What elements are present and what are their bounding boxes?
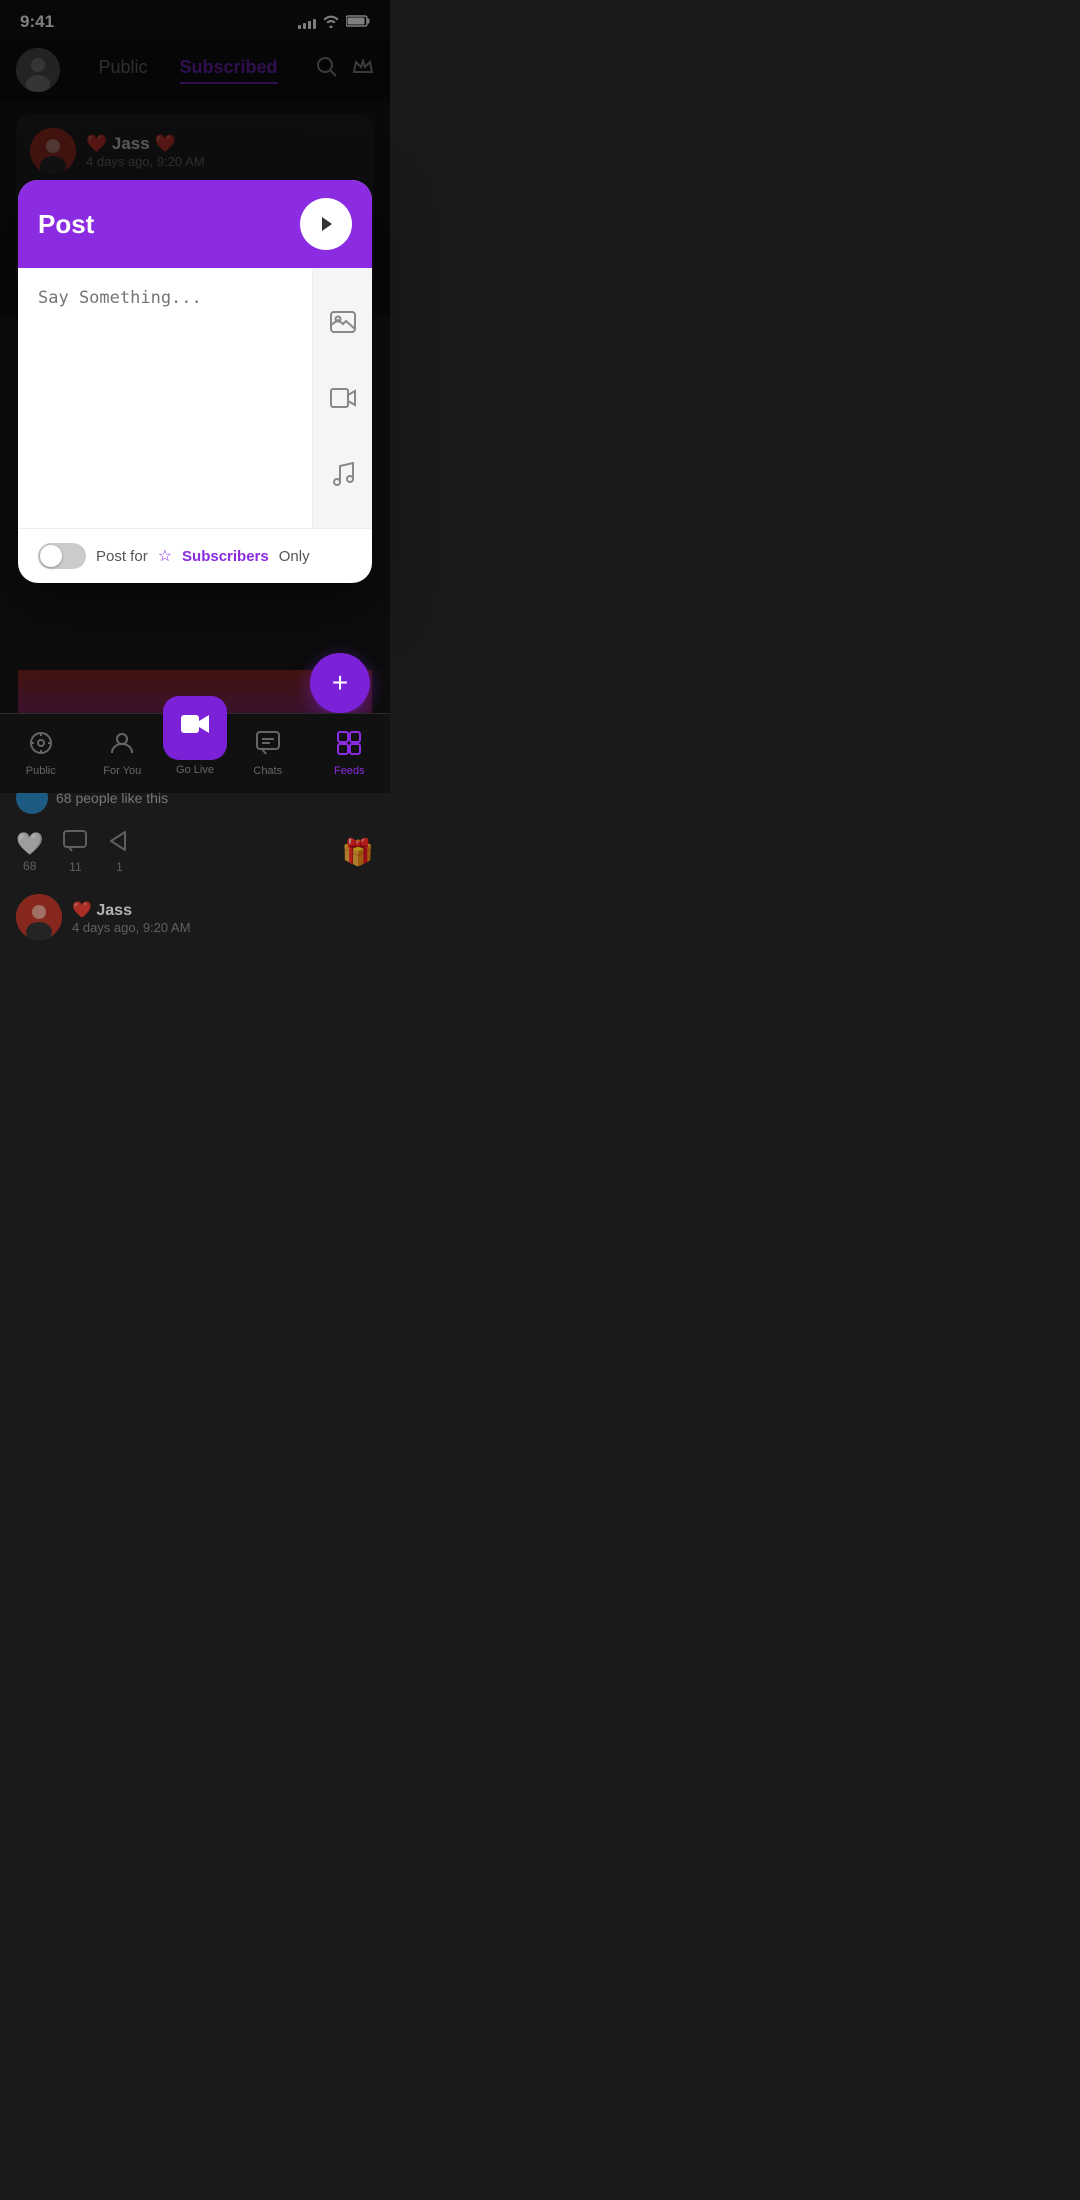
second-post-avatar — [16, 894, 62, 940]
nav-golive-label: Go Live — [176, 764, 214, 776]
share-icon — [107, 830, 131, 858]
modal-media-sidebar — [312, 268, 372, 528]
music-upload-button[interactable] — [325, 456, 361, 492]
subscribers-label: Subscribers — [182, 548, 269, 565]
toggle-knob — [40, 545, 62, 567]
nav-feeds-label: Feeds — [334, 765, 365, 777]
modal-body — [18, 268, 372, 528]
comment-icon — [63, 830, 87, 858]
share-count: 1 — [116, 860, 123, 874]
nav-foryou-label: For You — [103, 765, 141, 777]
nav-foryou[interactable]: For You — [82, 731, 164, 777]
modal-title: Post — [38, 209, 94, 240]
post-for-label: Post for — [96, 548, 148, 565]
nav-chats[interactable]: Chats — [227, 731, 309, 777]
nav-public[interactable]: Public — [0, 731, 82, 777]
second-post-timestamp: 4 days ago, 9:20 AM — [72, 920, 191, 935]
second-post-row: ❤️ Jass 4 days ago, 9:20 AM — [0, 886, 390, 948]
plus-icon: + — [332, 667, 348, 699]
golive-icon — [181, 713, 209, 742]
send-button[interactable] — [300, 198, 352, 250]
modal-header: Post — [18, 180, 372, 268]
public-nav-icon — [29, 731, 53, 761]
comment-action[interactable]: 11 — [63, 830, 87, 874]
textarea-wrap — [18, 268, 312, 528]
subscribers-toggle[interactable] — [38, 543, 86, 569]
only-label: Only — [279, 548, 310, 565]
nav-chats-label: Chats — [253, 765, 282, 777]
video-upload-button[interactable] — [325, 380, 361, 416]
comment-count: 11 — [69, 860, 81, 874]
post-textarea[interactable] — [38, 288, 292, 488]
heart-icon: 🤍 — [16, 831, 43, 857]
feeds-nav-icon — [337, 731, 361, 761]
second-post-user-info: ❤️ Jass 4 days ago, 9:20 AM — [72, 900, 191, 935]
modal-footer: Post for ☆ Subscribers Only — [18, 528, 372, 583]
nav-public-label: Public — [26, 765, 56, 777]
nav-golive[interactable]: Go Live — [163, 712, 227, 776]
foryou-nav-icon — [111, 731, 133, 761]
chats-nav-icon — [256, 731, 280, 761]
image-upload-button[interactable] — [325, 304, 361, 340]
post-modal: Post — [18, 180, 372, 583]
nav-feeds[interactable]: Feeds — [309, 731, 391, 777]
like-count: 68 — [23, 859, 36, 873]
star-icon: ☆ — [158, 546, 172, 566]
gift-icon[interactable]: 🎁 — [342, 837, 374, 868]
bottom-navigation: Public For You Go Live — [0, 713, 390, 793]
create-post-fab[interactable]: + — [310, 653, 370, 713]
like-action[interactable]: 🤍 68 — [16, 831, 43, 873]
share-action[interactable]: 1 — [107, 830, 131, 874]
action-row: 🤍 68 11 1 🎁 — [0, 826, 390, 886]
second-post-username: ❤️ Jass — [72, 900, 191, 920]
golive-button[interactable] — [163, 696, 227, 760]
